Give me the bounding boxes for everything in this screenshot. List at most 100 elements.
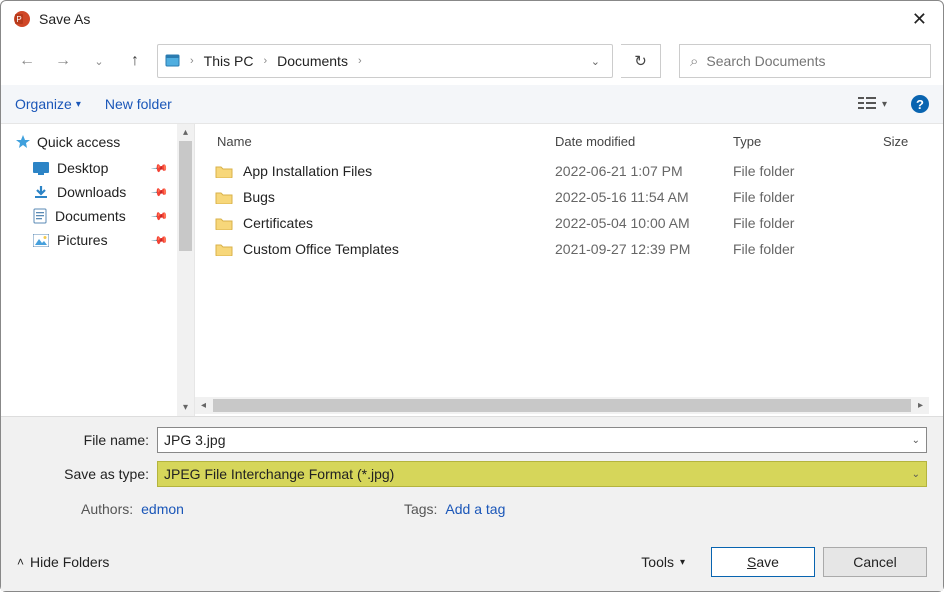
column-headers: Name Date modified Type Size [195, 128, 943, 156]
filename-label: File name: [17, 432, 157, 448]
file-date: 2022-06-21 1:07 PM [555, 163, 733, 179]
sidebar-item-desktop[interactable]: Desktop 📌 [15, 156, 173, 180]
file-rows: App Installation Files 2022-06-21 1:07 P… [195, 156, 943, 264]
file-date: 2022-05-16 11:54 AM [555, 189, 733, 205]
hide-folders-label: Hide Folders [30, 554, 109, 570]
file-row[interactable]: Custom Office Templates 2021-09-27 12:39… [207, 236, 931, 262]
chevron-right-icon[interactable]: › [188, 55, 196, 67]
pin-icon: 📌 [151, 159, 170, 178]
window-title: Save As [39, 11, 908, 27]
hide-folders-button[interactable]: ˄ Hide Folders [17, 554, 109, 570]
sidebar-scrollbar[interactable]: ▴ ▾ [177, 124, 194, 416]
form-area: File name: JPG 3.jpg ⌄ Save as type: JPE… [1, 416, 943, 539]
search-box[interactable]: ⌕ [679, 44, 931, 78]
chevron-up-icon: ˄ [17, 555, 24, 569]
chevron-down-icon: ▾ [882, 99, 887, 110]
save-button[interactable]: Save [711, 547, 815, 577]
folder-icon [215, 190, 233, 204]
download-icon [33, 184, 49, 200]
quick-access-label: Quick access [37, 134, 120, 150]
file-row[interactable]: App Installation Files 2022-06-21 1:07 P… [207, 158, 931, 184]
sidebar-item-documents[interactable]: Documents 📌 [15, 204, 173, 228]
breadcrumb-thispc[interactable]: This PC [198, 51, 260, 71]
tools-label: Tools [641, 554, 674, 570]
file-row[interactable]: Certificates 2022-05-04 10:00 AM File fo… [207, 210, 931, 236]
file-row[interactable]: Bugs 2022-05-16 11:54 AM File folder [207, 184, 931, 210]
file-date: 2022-05-04 10:00 AM [555, 215, 733, 231]
chevron-right-icon[interactable]: › [356, 55, 364, 67]
file-name: Custom Office Templates [243, 241, 555, 257]
folder-icon [215, 216, 233, 230]
sidebar-item-pictures[interactable]: Pictures 📌 [15, 228, 173, 252]
body-row: Quick access Desktop 📌 Downloads 📌 Docum… [1, 123, 943, 416]
filetype-row: Save as type: JPEG File Interchange Form… [17, 461, 927, 487]
folder-icon [215, 164, 233, 178]
close-icon[interactable]: ✕ [908, 9, 931, 30]
title-bar: P Save As ✕ [1, 1, 943, 37]
chevron-down-icon[interactable]: ⌄ [912, 435, 920, 446]
column-name-label: Name [217, 134, 252, 149]
filetype-dropdown[interactable]: JPEG File Interchange Format (*.jpg) ⌄ [157, 461, 927, 487]
pin-icon: 📌 [151, 183, 170, 202]
scroll-left-icon[interactable]: ◂ [195, 400, 212, 411]
chevron-down-icon[interactable]: ⌄ [912, 469, 920, 480]
file-name: Bugs [243, 189, 555, 205]
column-date[interactable]: Date modified [555, 134, 733, 149]
file-list: ˄ Name Date modified Type Size App Insta… [195, 124, 943, 397]
cancel-button[interactable]: Cancel [823, 547, 927, 577]
column-type[interactable]: Type [733, 134, 883, 149]
search-input[interactable] [706, 53, 920, 69]
breadcrumb-documents[interactable]: Documents [271, 51, 354, 71]
column-size[interactable]: Size [883, 134, 931, 149]
new-folder-button[interactable]: New folder [105, 96, 172, 112]
authors-field[interactable]: Authors:edmon [81, 501, 184, 517]
quick-access-header[interactable]: Quick access [15, 134, 173, 150]
file-type: File folder [733, 163, 883, 179]
view-options-button[interactable]: ▾ [858, 96, 887, 112]
pin-icon: 📌 [151, 207, 170, 226]
file-type: File folder [733, 241, 883, 257]
recent-dropdown-icon[interactable]: ⌄ [85, 47, 113, 75]
column-name[interactable]: Name [207, 134, 555, 149]
footer: ˄ Hide Folders Tools ▾ Save Cancel [1, 539, 943, 591]
horizontal-scrollbar[interactable]: ◂ ▸ [195, 397, 929, 414]
scrollbar-thumb[interactable] [213, 399, 911, 412]
toolbar: Organize▾ New folder ▾ ? [1, 85, 943, 123]
scroll-right-icon[interactable]: ▸ [912, 400, 929, 411]
file-name: App Installation Files [243, 163, 555, 179]
forward-button[interactable]: → [49, 47, 77, 75]
filename-row: File name: JPG 3.jpg ⌄ [17, 427, 927, 453]
filetype-value: JPEG File Interchange Format (*.jpg) [164, 466, 394, 482]
scroll-up-icon[interactable]: ▴ [177, 124, 194, 141]
main-pane: ˄ Name Date modified Type Size App Insta… [195, 124, 943, 416]
address-bar[interactable]: › This PC › Documents › ⌄ [157, 44, 613, 78]
tags-field[interactable]: Tags:Add a tag [404, 501, 505, 517]
scroll-down-icon[interactable]: ▾ [177, 399, 194, 416]
refresh-button[interactable]: ↻ [621, 44, 661, 78]
desktop-icon [33, 162, 49, 175]
powerpoint-icon: P [13, 10, 31, 28]
folder-icon [215, 242, 233, 256]
sidebar-item-downloads[interactable]: Downloads 📌 [15, 180, 173, 204]
help-icon[interactable]: ? [911, 95, 929, 113]
organize-button[interactable]: Organize▾ [15, 96, 81, 112]
chevron-down-icon: ▾ [76, 99, 81, 110]
address-dropdown-icon[interactable]: ⌄ [585, 55, 606, 68]
tags-value: Add a tag [445, 501, 505, 517]
star-icon [15, 134, 31, 150]
save-accel: S [747, 554, 756, 570]
scrollbar-thumb[interactable] [179, 141, 192, 251]
sidebar-item-label: Documents [55, 208, 126, 224]
chevron-down-icon: ▾ [680, 557, 685, 568]
back-button[interactable]: ← [13, 47, 41, 75]
nav-row: ← → ⌄ ↑ › This PC › Documents › ⌄ ↻ ⌕ [1, 37, 943, 85]
location-icon [164, 52, 182, 70]
chevron-right-icon[interactable]: › [261, 55, 269, 67]
search-icon: ⌕ [690, 53, 698, 70]
up-button[interactable]: ↑ [121, 47, 149, 75]
file-type: File folder [733, 189, 883, 205]
tools-button[interactable]: Tools ▾ [641, 554, 685, 570]
save-rest: ave [756, 554, 779, 570]
filename-input[interactable]: JPG 3.jpg ⌄ [157, 427, 927, 453]
file-date: 2021-09-27 12:39 PM [555, 241, 733, 257]
